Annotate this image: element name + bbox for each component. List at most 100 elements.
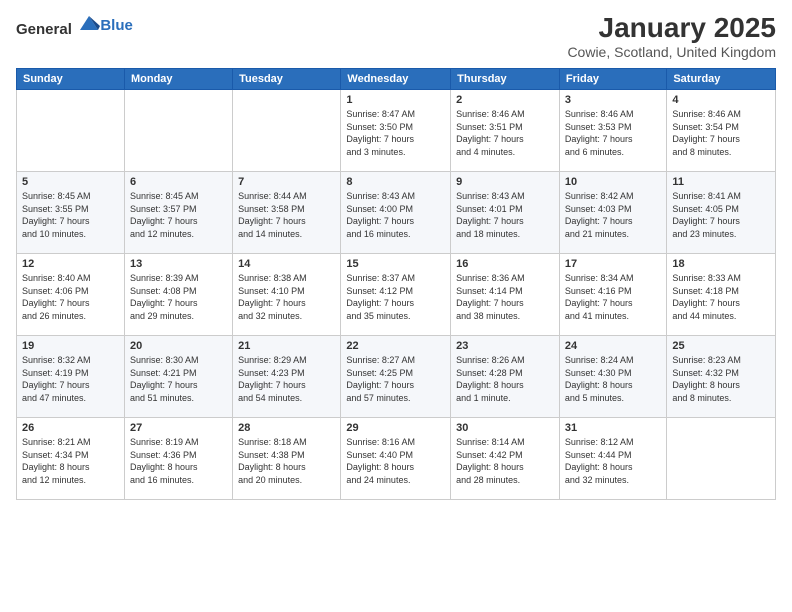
day-info: Sunrise: 8:46 AM Sunset: 3:51 PM Dayligh…: [456, 108, 554, 158]
location-title: Cowie, Scotland, United Kingdom: [567, 44, 776, 60]
day-number: 18: [672, 258, 770, 270]
logo-icon: [78, 12, 100, 34]
day-info: Sunrise: 8:27 AM Sunset: 4:25 PM Dayligh…: [346, 354, 445, 404]
day-number: 10: [565, 176, 661, 188]
calendar-cell: 18 Sunrise: 8:33 AM Sunset: 4:18 PM Dayli…: [667, 254, 776, 336]
day-info: Sunrise: 8:46 AM Sunset: 3:54 PM Dayligh…: [672, 108, 770, 158]
day-number: 25: [672, 340, 770, 352]
day-info: Sunrise: 8:21 AM Sunset: 4:34 PM Dayligh…: [22, 436, 119, 486]
day-info: Sunrise: 8:39 AM Sunset: 4:08 PM Dayligh…: [130, 272, 227, 322]
calendar-cell: 7Sunrise: 8:44 AM Sunset: 3:58 PM Daylig…: [233, 172, 341, 254]
logo-general: General: [16, 21, 72, 38]
day-info: Sunrise: 8:19 AM Sunset: 4:36 PM Dayligh…: [130, 436, 227, 486]
day-number: 2: [456, 94, 554, 106]
day-info: Sunrise: 8:43 AM Sunset: 4:01 PM Dayligh…: [456, 190, 554, 240]
calendar-cell: [17, 90, 125, 172]
calendar-cell: 2 Sunrise: 8:46 AM Sunset: 3:51 PM Daylig…: [451, 90, 560, 172]
calendar-cell: 9 Sunrise: 8:43 AM Sunset: 4:01 PM Daylig…: [451, 172, 560, 254]
calendar-cell: 17 Sunrise: 8:34 AM Sunset: 4:16 PM Dayli…: [559, 254, 666, 336]
day-number: 22: [346, 340, 445, 352]
calendar-cell: [124, 90, 232, 172]
col-tuesday: Tuesday: [233, 69, 341, 90]
day-number: 31: [565, 422, 661, 434]
day-number: 7: [238, 176, 335, 188]
calendar-week-row-4: 19 Sunrise: 8:32 AM Sunset: 4:19 PM Dayli…: [17, 336, 776, 418]
logo-blue: Blue: [100, 17, 133, 34]
title-block: January 2025 Cowie, Scotland, United Kin…: [567, 12, 776, 60]
calendar-week-row-3: 12Sunrise: 8:40 AM Sunset: 4:06 PM Dayli…: [17, 254, 776, 336]
calendar-cell: 24 Sunrise: 8:24 AM Sunset: 4:30 PM Dayli…: [559, 336, 666, 418]
day-info: Sunrise: 8:29 AM Sunset: 4:23 PM Dayligh…: [238, 354, 335, 404]
month-title: January 2025: [567, 12, 776, 44]
day-info: Sunrise: 8:30 AM Sunset: 4:21 PM Dayligh…: [130, 354, 227, 404]
day-info: Sunrise: 8:36 AM Sunset: 4:14 PM Dayligh…: [456, 272, 554, 322]
day-number: 29: [346, 422, 445, 434]
day-number: 23: [456, 340, 554, 352]
day-info: Sunrise: 8:18 AM Sunset: 4:38 PM Dayligh…: [238, 436, 335, 486]
header: General Blue January 2025 Cowie, Scotlan…: [16, 12, 776, 60]
day-number: 20: [130, 340, 227, 352]
calendar-cell: 19 Sunrise: 8:32 AM Sunset: 4:19 PM Dayli…: [17, 336, 125, 418]
day-info: Sunrise: 8:45 AM Sunset: 3:55 PM Dayligh…: [22, 190, 119, 240]
day-info: Sunrise: 8:42 AM Sunset: 4:03 PM Dayligh…: [565, 190, 661, 240]
calendar-cell: 11Sunrise: 8:41 AM Sunset: 4:05 PM Dayli…: [667, 172, 776, 254]
calendar-header-row: Sunday Monday Tuesday Wednesday Thursday…: [17, 69, 776, 90]
calendar-cell: 28 Sunrise: 8:18 AM Sunset: 4:38 PM Dayli…: [233, 418, 341, 500]
calendar-week-row-1: 1Sunrise: 8:47 AM Sunset: 3:50 PM Daylig…: [17, 90, 776, 172]
day-number: 17: [565, 258, 661, 270]
calendar-cell: 20 Sunrise: 8:30 AM Sunset: 4:21 PM Dayli…: [124, 336, 232, 418]
calendar-cell: 8 Sunrise: 8:43 AM Sunset: 4:00 PM Daylig…: [341, 172, 451, 254]
day-number: 21: [238, 340, 335, 352]
day-number: 28: [238, 422, 335, 434]
calendar-cell: 23Sunrise: 8:26 AM Sunset: 4:28 PM Dayli…: [451, 336, 560, 418]
calendar-cell: 13Sunrise: 8:39 AM Sunset: 4:08 PM Dayli…: [124, 254, 232, 336]
day-number: 19: [22, 340, 119, 352]
day-info: Sunrise: 8:34 AM Sunset: 4:16 PM Dayligh…: [565, 272, 661, 322]
col-wednesday: Wednesday: [341, 69, 451, 90]
calendar-cell: 6 Sunrise: 8:45 AM Sunset: 3:57 PM Daylig…: [124, 172, 232, 254]
day-info: Sunrise: 8:32 AM Sunset: 4:19 PM Dayligh…: [22, 354, 119, 404]
day-number: 6: [130, 176, 227, 188]
day-info: Sunrise: 8:33 AM Sunset: 4:18 PM Dayligh…: [672, 272, 770, 322]
day-number: 3: [565, 94, 661, 106]
day-number: 1: [346, 94, 445, 106]
calendar-cell: 14 Sunrise: 8:38 AM Sunset: 4:10 PM Dayli…: [233, 254, 341, 336]
day-number: 4: [672, 94, 770, 106]
day-info: Sunrise: 8:16 AM Sunset: 4:40 PM Dayligh…: [346, 436, 445, 486]
day-info: Sunrise: 8:37 AM Sunset: 4:12 PM Dayligh…: [346, 272, 445, 322]
col-saturday: Saturday: [667, 69, 776, 90]
calendar-cell: [667, 418, 776, 500]
day-number: 26: [22, 422, 119, 434]
calendar-cell: 5Sunrise: 8:45 AM Sunset: 3:55 PM Daylig…: [17, 172, 125, 254]
calendar-cell: 29 Sunrise: 8:16 AM Sunset: 4:40 PM Dayli…: [341, 418, 451, 500]
day-number: 14: [238, 258, 335, 270]
day-info: Sunrise: 8:41 AM Sunset: 4:05 PM Dayligh…: [672, 190, 770, 240]
day-number: 9: [456, 176, 554, 188]
calendar-cell: 10 Sunrise: 8:42 AM Sunset: 4:03 PM Dayli…: [559, 172, 666, 254]
calendar-cell: 12Sunrise: 8:40 AM Sunset: 4:06 PM Dayli…: [17, 254, 125, 336]
logo: General Blue: [16, 12, 133, 39]
day-number: 16: [456, 258, 554, 270]
calendar-cell: 3Sunrise: 8:46 AM Sunset: 3:53 PM Daylig…: [559, 90, 666, 172]
day-number: 27: [130, 422, 227, 434]
calendar-cell: 25 Sunrise: 8:23 AM Sunset: 4:32 PM Dayli…: [667, 336, 776, 418]
calendar-cell: 27 Sunrise: 8:19 AM Sunset: 4:36 PM Dayli…: [124, 418, 232, 500]
calendar-week-row-5: 26 Sunrise: 8:21 AM Sunset: 4:34 PM Dayli…: [17, 418, 776, 500]
calendar-cell: 16 Sunrise: 8:36 AM Sunset: 4:14 PM Dayli…: [451, 254, 560, 336]
day-number: 8: [346, 176, 445, 188]
day-info: Sunrise: 8:23 AM Sunset: 4:32 PM Dayligh…: [672, 354, 770, 404]
calendar-cell: 15Sunrise: 8:37 AM Sunset: 4:12 PM Dayli…: [341, 254, 451, 336]
calendar-week-row-2: 5Sunrise: 8:45 AM Sunset: 3:55 PM Daylig…: [17, 172, 776, 254]
day-number: 30: [456, 422, 554, 434]
calendar-cell: 21 Sunrise: 8:29 AM Sunset: 4:23 PM Dayli…: [233, 336, 341, 418]
day-info: Sunrise: 8:24 AM Sunset: 4:30 PM Dayligh…: [565, 354, 661, 404]
calendar-cell: 22 Sunrise: 8:27 AM Sunset: 4:25 PM Dayli…: [341, 336, 451, 418]
col-friday: Friday: [559, 69, 666, 90]
calendar-cell: 30Sunrise: 8:14 AM Sunset: 4:42 PM Dayli…: [451, 418, 560, 500]
day-info: Sunrise: 8:43 AM Sunset: 4:00 PM Dayligh…: [346, 190, 445, 240]
calendar-cell: 26 Sunrise: 8:21 AM Sunset: 4:34 PM Dayli…: [17, 418, 125, 500]
day-info: Sunrise: 8:45 AM Sunset: 3:57 PM Dayligh…: [130, 190, 227, 240]
day-info: Sunrise: 8:38 AM Sunset: 4:10 PM Dayligh…: [238, 272, 335, 322]
day-number: 24: [565, 340, 661, 352]
calendar-cell: 4 Sunrise: 8:46 AM Sunset: 3:54 PM Daylig…: [667, 90, 776, 172]
